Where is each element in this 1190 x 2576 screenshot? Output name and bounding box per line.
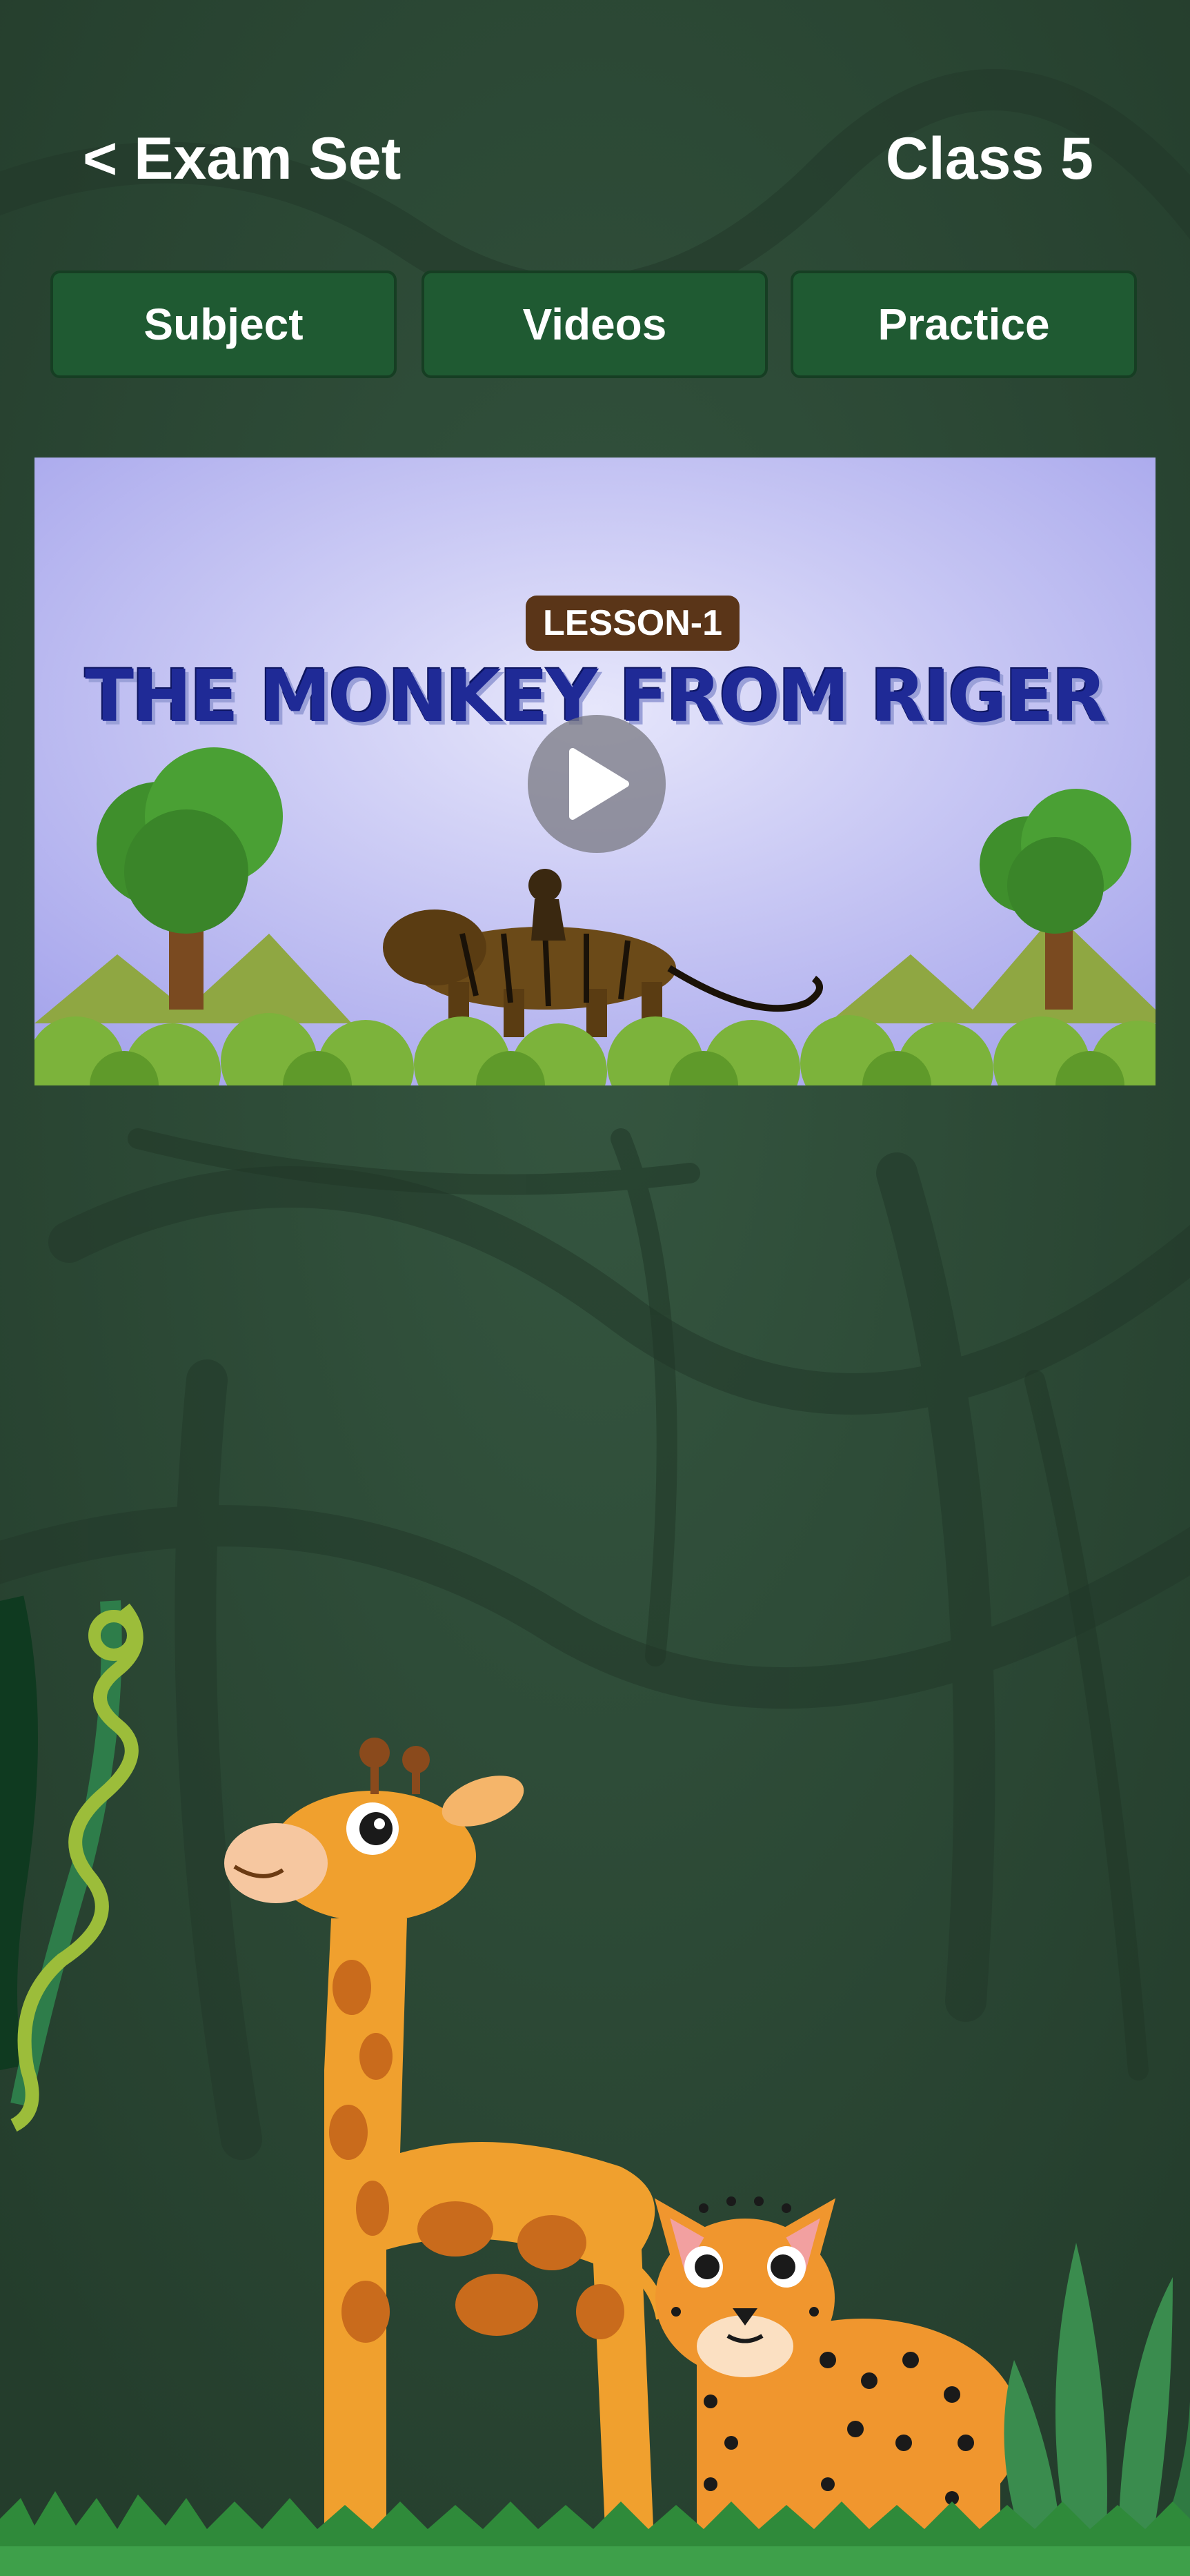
play-button[interactable] (528, 715, 666, 853)
video-player[interactable]: LESSON-1 THE MONKEY FROM RIGER (34, 458, 1156, 1085)
jungle-animals-illustration (0, 1595, 1190, 2576)
play-icon (569, 748, 629, 820)
top-bar: < Exam Set Class 5 (0, 0, 1190, 221)
tab-practice[interactable]: Practice (791, 271, 1137, 378)
back-button[interactable]: < Exam Set (83, 124, 401, 193)
giraffe-icon (224, 1738, 668, 2576)
tab-subject[interactable]: Subject (50, 271, 397, 378)
grass-icon (0, 2491, 1190, 2576)
tab-videos[interactable]: Videos (422, 271, 768, 378)
class-label: Class 5 (885, 126, 1093, 192)
lesson-badge: LESSON-1 (526, 596, 740, 651)
vine-icon (0, 1595, 143, 2132)
